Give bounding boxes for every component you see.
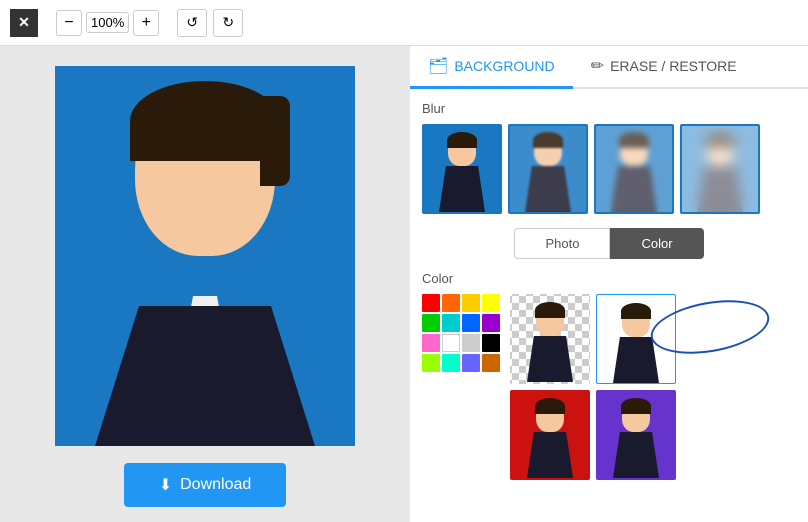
color-thumb-white[interactable]: [596, 294, 676, 384]
hair-side: [260, 96, 290, 186]
tp-hair: [621, 398, 651, 414]
color-thumb-transparent[interactable]: [510, 294, 590, 384]
color-swatch-pink[interactable]: [422, 334, 440, 352]
tab-erase-restore[interactable]: ✏ ERASE / RESTORE: [573, 46, 755, 89]
download-label: Download: [180, 476, 251, 494]
blur-thumbnails: [422, 124, 796, 214]
zoom-out-button[interactable]: −: [56, 10, 82, 36]
color-section-label: Color: [422, 271, 796, 286]
tp-body: [527, 432, 573, 478]
color-swatch-yellow[interactable]: [482, 294, 500, 312]
thumb-person: [520, 398, 580, 478]
background-tab-icon: 🗂: [428, 56, 448, 76]
color-palette: [422, 294, 500, 372]
color-swatch-purple[interactable]: [482, 314, 500, 332]
left-panel: ⬇ Download: [0, 46, 410, 522]
color-swatch-white[interactable]: [442, 334, 460, 352]
blur-thumb-light[interactable]: [508, 124, 588, 214]
color-thumbs-row1: [510, 294, 676, 384]
tp-hair: [621, 303, 651, 319]
tab-bar: 🗂 BACKGROUND ✏ ERASE / RESTORE: [410, 46, 808, 89]
blur-thumb-heavy[interactable]: [680, 124, 760, 214]
blur-thumb-medium[interactable]: [594, 124, 674, 214]
erase-tab-icon: ✏: [591, 56, 604, 76]
tab-background[interactable]: 🗂 BACKGROUND: [410, 46, 573, 89]
zoom-out-icon: −: [64, 14, 73, 32]
undo-button[interactable]: ↺: [177, 9, 207, 37]
thumb-person: [432, 132, 492, 212]
background-tab-label: BACKGROUND: [454, 58, 554, 74]
color-swatch-teal[interactable]: [442, 314, 460, 332]
blur-thumb-none[interactable]: [422, 124, 502, 214]
color-swatch-indigo[interactable]: [462, 354, 480, 372]
tp-body: [439, 166, 485, 212]
subject-photo: [55, 66, 355, 446]
color-swatch-black[interactable]: [482, 334, 500, 352]
download-icon: ⬇: [159, 475, 172, 495]
color-swatch-lime[interactable]: [422, 354, 440, 372]
photo-color-toggle: Photo Color: [422, 228, 796, 259]
tp-hair: [535, 302, 565, 318]
download-button[interactable]: ⬇ Download: [124, 463, 287, 507]
close-icon: ✕: [18, 14, 30, 31]
zoom-in-button[interactable]: +: [133, 10, 159, 36]
toolbar: ✕ − 100% + ↺ ↻: [0, 0, 808, 46]
zoom-controls: − 100% +: [56, 10, 159, 36]
thumb-person: [606, 398, 666, 478]
body-suit: [95, 306, 315, 446]
thumb-person: [606, 303, 666, 383]
color-thumbs-row2: [510, 390, 676, 480]
close-button[interactable]: ✕: [10, 9, 38, 37]
blur-overlay-heavy: [682, 126, 758, 212]
color-swatch-brown[interactable]: [482, 354, 500, 372]
blur-section-label: Blur: [422, 101, 796, 116]
zoom-in-icon: +: [142, 14, 151, 32]
tp-body: [613, 432, 659, 478]
color-swatch-gray[interactable]: [462, 334, 480, 352]
erase-tab-label: ERASE / RESTORE: [610, 58, 737, 74]
tp-hair: [447, 132, 477, 148]
color-section: [422, 294, 796, 480]
color-thumbs: [510, 294, 676, 480]
color-thumb-purple[interactable]: [596, 390, 676, 480]
photo-toggle-button[interactable]: Photo: [514, 228, 610, 259]
thumb-person: [520, 302, 580, 382]
right-panel: 🗂 BACKGROUND ✏ ERASE / RESTORE Blur: [410, 46, 808, 522]
hair: [130, 81, 280, 161]
redo-icon: ↻: [222, 14, 234, 31]
color-thumb-red[interactable]: [510, 390, 590, 480]
color-swatch-amber[interactable]: [462, 294, 480, 312]
tp-body: [613, 337, 659, 383]
blur-overlay: [510, 126, 586, 212]
color-swatch-cyan[interactable]: [442, 354, 460, 372]
color-swatch-red[interactable]: [422, 294, 440, 312]
photo-container: [15, 61, 395, 451]
face-area: [125, 86, 285, 286]
history-controls: ↺ ↻: [177, 9, 243, 37]
photo-frame: [55, 66, 355, 446]
undo-icon: ↺: [186, 14, 198, 31]
color-toggle-button[interactable]: Color: [610, 228, 703, 259]
tp-body: [527, 336, 573, 382]
blur-overlay-med: [596, 126, 672, 212]
zoom-level: 100%: [86, 12, 129, 33]
tp-hair: [535, 398, 565, 414]
main-content: ⬇ Download 🗂 BACKGROUND ✏ ERASE / RESTOR…: [0, 46, 808, 522]
redo-button[interactable]: ↻: [213, 9, 243, 37]
panel-content[interactable]: Blur: [410, 89, 808, 522]
color-swatch-orange[interactable]: [442, 294, 460, 312]
color-swatch-blue[interactable]: [462, 314, 480, 332]
color-swatch-green[interactable]: [422, 314, 440, 332]
